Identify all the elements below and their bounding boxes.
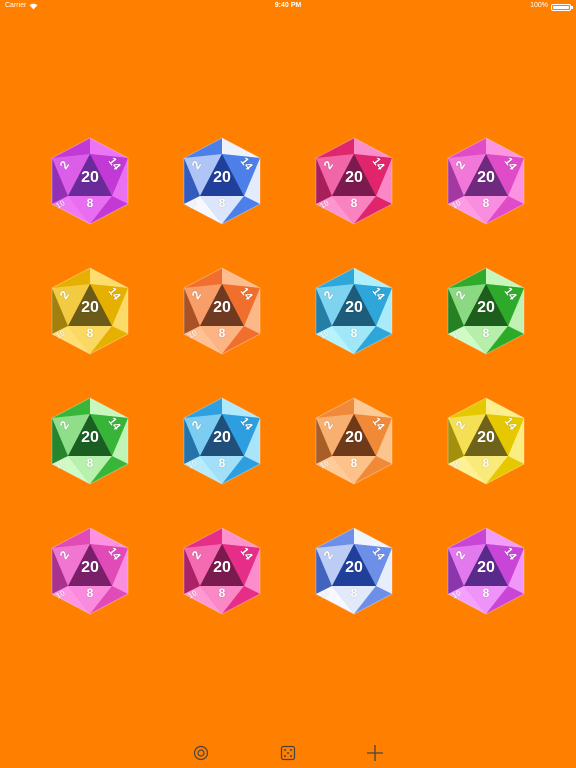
- die-button[interactable]: 20 2 14 8 10: [180, 266, 264, 356]
- bottom-toolbar: [0, 738, 576, 768]
- d20-icon: [51, 397, 129, 485]
- die-button[interactable]: 20 2 14 8 10: [312, 526, 396, 616]
- die-button[interactable]: 20 2 14 8 10: [180, 526, 264, 616]
- dice-icon: [280, 745, 296, 761]
- die-button[interactable]: 20 2 14 8 10: [444, 526, 528, 616]
- die-button[interactable]: 20 2 14 8 10: [444, 136, 528, 226]
- d20-icon: [183, 397, 261, 485]
- dice-grid: 20 2 14 8 10 20 2 14 8 10 20 2 14 8 10 2…: [0, 0, 576, 768]
- d20-icon: [315, 267, 393, 355]
- d20-icon: [447, 527, 525, 615]
- die-button[interactable]: 20 2 14 8 10: [444, 396, 528, 486]
- die-button[interactable]: 20 2 14 8 10: [180, 396, 264, 486]
- d20-icon: [183, 137, 261, 225]
- die-button[interactable]: 20 2 14 8 10: [48, 266, 132, 356]
- die-button[interactable]: 20 2 14 8 10: [180, 136, 264, 226]
- d20-icon: [51, 527, 129, 615]
- d20-icon: [183, 527, 261, 615]
- d20-icon: [447, 137, 525, 225]
- die-button[interactable]: 20 2 14 8 10: [48, 396, 132, 486]
- die-button[interactable]: 20 2 14 8 10: [48, 526, 132, 616]
- d20-icon: [447, 397, 525, 485]
- settings-ring-button[interactable]: [191, 743, 211, 763]
- settings-ring-icon: [193, 745, 209, 761]
- dice-button[interactable]: [278, 743, 298, 763]
- d20-icon: [183, 267, 261, 355]
- die-button[interactable]: 20 2 14 8 10: [48, 136, 132, 226]
- d20-icon: [315, 527, 393, 615]
- d20-icon: [315, 397, 393, 485]
- add-button[interactable]: [365, 743, 385, 763]
- d20-icon: [447, 267, 525, 355]
- die-button[interactable]: 20 2 14 8 10: [312, 136, 396, 226]
- die-button[interactable]: 20 2 14 8 10: [312, 266, 396, 356]
- d20-icon: [315, 137, 393, 225]
- d20-icon: [51, 137, 129, 225]
- die-button[interactable]: 20 2 14 8 10: [312, 396, 396, 486]
- die-button[interactable]: 20 2 14 8 10: [444, 266, 528, 356]
- add-icon: [367, 745, 383, 761]
- d20-icon: [51, 267, 129, 355]
